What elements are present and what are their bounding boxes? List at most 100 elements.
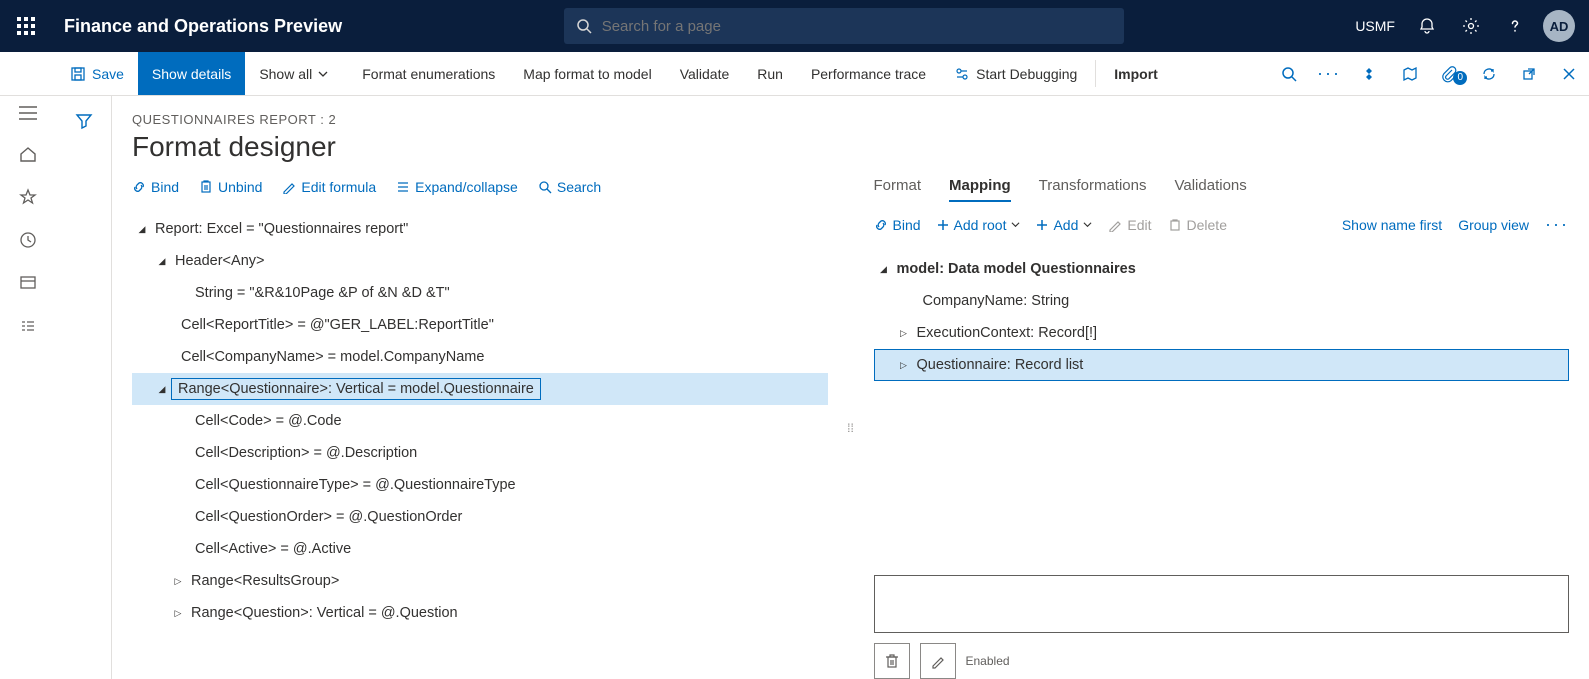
format-enumerations-button[interactable]: Format enumerations — [348, 52, 509, 95]
unbind-button[interactable]: Unbind — [199, 179, 262, 195]
show-all-button[interactable]: Show all — [245, 52, 348, 95]
notifications-icon[interactable] — [1405, 0, 1449, 52]
tree-node[interactable]: Report: Excel = "Questionnaires report" — [151, 221, 412, 237]
diamond-icon[interactable] — [1349, 66, 1389, 82]
tree-toggle[interactable]: ▷ — [169, 576, 187, 587]
tree-node[interactable]: Cell<ReportTitle> = @"GER_LABEL:ReportTi… — [177, 317, 498, 333]
tab-mapping[interactable]: Mapping — [949, 177, 1011, 202]
avatar[interactable]: AD — [1543, 10, 1575, 42]
home-icon[interactable] — [19, 145, 37, 166]
start-debugging-button[interactable]: Start Debugging — [940, 52, 1091, 95]
more-icon[interactable]: ··· — [1309, 63, 1349, 84]
tree-node[interactable]: Range<Question>: Vertical = @.Question — [187, 605, 462, 621]
search-icon — [576, 18, 592, 34]
recent-icon[interactable] — [19, 231, 37, 252]
right-bind-button[interactable]: Bind — [874, 217, 921, 233]
import-button[interactable]: Import — [1100, 52, 1172, 95]
mapping-tree[interactable]: ◢model: Data model Questionnaires Compan… — [874, 247, 1570, 565]
tree-node[interactable]: model: Data model Questionnaires — [893, 261, 1140, 277]
tree-node[interactable]: Cell<Description> = @.Description — [191, 445, 421, 461]
filter-icon[interactable] — [75, 112, 93, 679]
tree-toggle[interactable]: ◢ — [133, 224, 151, 235]
debug-icon — [954, 66, 970, 82]
search-input[interactable] — [602, 18, 1112, 35]
show-details-button[interactable]: Show details — [138, 52, 245, 95]
global-search[interactable] — [564, 8, 1124, 44]
tab-format[interactable]: Format — [874, 177, 922, 202]
formula-edit-button[interactable] — [920, 643, 956, 679]
map-icon[interactable] — [1389, 66, 1429, 82]
formula-delete-button[interactable] — [874, 643, 910, 679]
popout-icon[interactable] — [1509, 66, 1549, 82]
delete-label: Delete — [1187, 217, 1227, 233]
tab-transformations[interactable]: Transformations — [1039, 177, 1147, 202]
right-bind-label: Bind — [893, 217, 921, 233]
attachments-icon[interactable]: 0 — [1429, 65, 1469, 83]
tree-toggle[interactable]: ◢ — [153, 384, 171, 395]
group-view-button[interactable]: Group view — [1458, 217, 1529, 233]
add-button[interactable]: Add — [1036, 217, 1092, 233]
tree-toggle[interactable]: ▷ — [895, 328, 913, 339]
tree-node-selected[interactable]: Range<Questionnaire>: Vertical = model.Q… — [171, 378, 541, 400]
formula-textbox[interactable] — [874, 575, 1570, 633]
workspaces-icon[interactable] — [19, 274, 37, 295]
tree-node[interactable]: Cell<Code> = @.Code — [191, 413, 346, 429]
app-title: Finance and Operations Preview — [64, 16, 342, 37]
tree-node[interactable]: Cell<Active> = @.Active — [191, 541, 355, 557]
tree-node[interactable]: ExecutionContext: Record[!] — [913, 325, 1102, 341]
breadcrumb: QUESTIONNAIRES REPORT : 2 — [132, 112, 1569, 127]
tree-node[interactable]: CompanyName: String — [919, 293, 1074, 309]
delete-button: Delete — [1168, 217, 1227, 233]
settings-icon[interactable] — [1449, 0, 1493, 52]
tree-node[interactable]: Cell<QuestionnaireType> = @.Questionnair… — [191, 477, 520, 493]
validate-button[interactable]: Validate — [666, 52, 744, 95]
run-button[interactable]: Run — [743, 52, 797, 95]
app-launcher-icon[interactable] — [0, 17, 52, 35]
chevron-down-icon — [1011, 220, 1020, 229]
chevron-down-icon — [318, 69, 328, 79]
chevron-down-icon — [1083, 220, 1092, 229]
edit-formula-label: Edit formula — [301, 179, 376, 195]
tab-validations[interactable]: Validations — [1174, 177, 1246, 202]
edit-button: Edit — [1108, 217, 1151, 233]
tree-search-button[interactable]: Search — [538, 179, 601, 195]
show-name-first-button[interactable]: Show name first — [1342, 217, 1442, 233]
add-root-button[interactable]: Add root — [937, 217, 1021, 233]
performance-trace-button[interactable]: Performance trace — [797, 52, 940, 95]
attachments-badge: 0 — [1453, 71, 1467, 85]
show-all-label: Show all — [259, 66, 312, 82]
tree-node[interactable]: Range<ResultsGroup> — [187, 573, 343, 589]
add-root-label: Add root — [954, 217, 1007, 233]
tree-toggle[interactable]: ▷ — [895, 360, 913, 371]
map-format-to-model-button[interactable]: Map format to model — [509, 52, 665, 95]
tree-search-label: Search — [557, 179, 601, 195]
tree-toggle[interactable]: ◢ — [875, 264, 893, 275]
tree-node[interactable]: String = "&R&10Page &P of &N &D &T" — [191, 285, 454, 301]
expand-collapse-button[interactable]: Expand/collapse — [396, 179, 518, 195]
bind-button[interactable]: Bind — [132, 179, 179, 195]
refresh-icon[interactable] — [1469, 66, 1509, 82]
edit-formula-button[interactable]: Edit formula — [282, 179, 376, 195]
favorites-icon[interactable] — [19, 188, 37, 209]
format-tree[interactable]: ◢Report: Excel = "Questionnaires report"… — [132, 207, 828, 629]
help-icon[interactable] — [1493, 0, 1537, 52]
modules-icon[interactable] — [19, 317, 37, 338]
cmd-search-icon[interactable] — [1269, 66, 1309, 82]
pane-splitter[interactable]: ⁞⁞ — [848, 177, 854, 679]
tree-node[interactable]: Header<Any> — [171, 253, 268, 269]
company-picker[interactable]: USMF — [1345, 0, 1405, 52]
right-more-icon[interactable]: ··· — [1545, 214, 1569, 235]
tree-node[interactable]: Cell<QuestionOrder> = @.QuestionOrder — [191, 509, 466, 525]
save-button[interactable]: Save — [56, 52, 138, 95]
add-label: Add — [1053, 217, 1078, 233]
tree-toggle[interactable]: ◢ — [153, 256, 171, 267]
close-icon[interactable] — [1549, 67, 1589, 81]
tree-node[interactable]: Cell<CompanyName> = model.CompanyName — [177, 349, 488, 365]
expand-collapse-label: Expand/collapse — [415, 179, 518, 195]
tree-toggle[interactable]: ▷ — [169, 608, 187, 619]
nav-collapse-icon[interactable] — [19, 106, 37, 123]
save-label: Save — [92, 66, 124, 82]
tree-node-selected[interactable]: Questionnaire: Record list — [913, 357, 1088, 373]
enabled-label: Enabled — [966, 654, 1010, 668]
edit-label: Edit — [1127, 217, 1151, 233]
